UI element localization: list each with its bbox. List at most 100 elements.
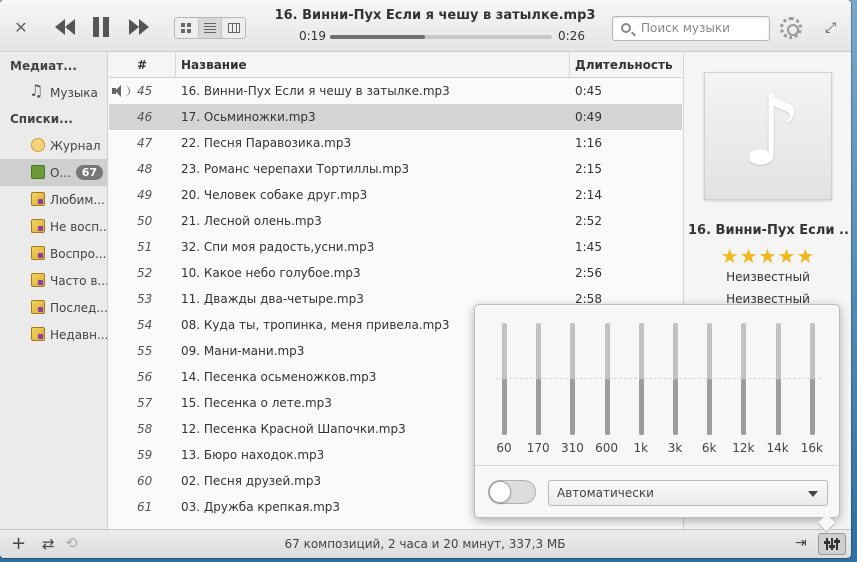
sidebar-item-playlist[interactable]: Часто в... bbox=[0, 267, 107, 294]
eq-slider-fill bbox=[570, 379, 576, 435]
music-note-icon: ♪ bbox=[741, 75, 803, 187]
table-row[interactable]: 47 22. Песня Паравозика.mp3 1:16 bbox=[109, 130, 682, 156]
smart-playlist-icon bbox=[31, 192, 45, 206]
table-row[interactable]: 48 23. Романс черепахи Тортиллы.mp3 2:15 bbox=[109, 156, 682, 182]
table-row[interactable]: 50 21. Лесной олень.mp3 2:52 bbox=[109, 208, 682, 234]
sidebar-item-music[interactable]: Музыка bbox=[0, 79, 107, 106]
smart-playlist-icon bbox=[31, 219, 45, 233]
previous-icon bbox=[55, 19, 65, 35]
close-icon: ✕ bbox=[14, 17, 28, 37]
header-bar: ✕ 16. Винни-Пух Если я чешу в затылке.mp… bbox=[0, 0, 851, 52]
eq-band-slider[interactable]: 600 bbox=[592, 321, 622, 455]
sidebar-item-playlist[interactable]: О... 67 bbox=[0, 159, 107, 186]
rating-stars[interactable]: ★★★★★ bbox=[684, 244, 851, 268]
smart-playlist-icon bbox=[31, 246, 45, 260]
now-playing-title: 16. Винни-Пух Если я чешу в затылке.mp3 bbox=[274, 8, 596, 23]
eq-slider-fill bbox=[775, 379, 781, 435]
sidebar-item-playlist[interactable]: Послед... bbox=[0, 294, 107, 321]
status-bar: + ⇄ ⟲ 67 композиций, 2 часа и 20 минут, … bbox=[0, 529, 851, 558]
gear-icon[interactable] bbox=[780, 17, 802, 39]
journal-icon bbox=[31, 138, 45, 152]
track-number: 58 bbox=[137, 422, 153, 436]
eq-band-slider[interactable]: 1k bbox=[626, 321, 656, 455]
eq-slider-track bbox=[604, 323, 610, 435]
eq-band-slider[interactable]: 60 bbox=[489, 321, 519, 455]
track-number: 51 bbox=[137, 240, 153, 254]
column-view-icon bbox=[227, 23, 240, 33]
equalizer-toggle[interactable] bbox=[488, 480, 536, 504]
close-button[interactable]: ✕ bbox=[10, 16, 32, 38]
eq-slider-fill bbox=[638, 379, 644, 435]
playlists-heading: Списки... bbox=[10, 112, 73, 126]
sidebar-item-label: Послед... bbox=[50, 300, 107, 315]
track-number: 48 bbox=[137, 162, 153, 176]
eq-slider-track bbox=[536, 323, 542, 435]
smart-playlist-icon bbox=[31, 327, 45, 341]
eq-band-slider[interactable]: 3k bbox=[660, 321, 690, 455]
track-title: 23. Романс черепахи Тортиллы.mp3 bbox=[181, 162, 410, 176]
seek-bar[interactable] bbox=[330, 35, 552, 39]
grid-view-button[interactable] bbox=[175, 18, 199, 38]
sidebar-item-label: Музыка bbox=[50, 85, 98, 100]
track-duration: 2:15 bbox=[575, 162, 602, 176]
sidebar-item-label: Недавн... bbox=[50, 327, 107, 342]
eq-band-slider[interactable]: 310 bbox=[557, 321, 587, 455]
sidebar: Медиат... Музыка Списки... Журнал О... 67 Л… bbox=[0, 53, 108, 529]
track-duration: 0:45 bbox=[575, 84, 602, 98]
track-number: 59 bbox=[137, 448, 153, 462]
search-placeholder: Поиск музыки bbox=[641, 21, 730, 35]
table-row[interactable]: 52 10. Какое небо голубое.mp3 2:56 bbox=[109, 260, 682, 286]
track-duration: 0:49 bbox=[575, 110, 602, 124]
eq-slider-fill bbox=[809, 379, 815, 435]
column-view-button[interactable] bbox=[222, 18, 245, 38]
sidebar-item-playlist[interactable]: Любим... bbox=[0, 186, 107, 213]
previous-button[interactable] bbox=[48, 14, 82, 40]
sidebar-item-playlist[interactable]: Недавн... bbox=[0, 321, 107, 348]
table-row[interactable]: 46 17. Осьминожки.mp3 0:49 bbox=[109, 104, 682, 130]
eq-slider-track bbox=[741, 323, 747, 435]
track-title: 17. Осьминожки.mp3 bbox=[181, 110, 316, 124]
next-button[interactable] bbox=[122, 14, 156, 40]
equalizer-button[interactable] bbox=[818, 533, 846, 555]
table-row[interactable]: 49 20. Человек собаке друг.mp3 2:14 bbox=[109, 182, 682, 208]
shuffle-icon[interactable]: ⇄ bbox=[42, 535, 55, 553]
toggle-knob bbox=[489, 481, 511, 503]
column-header-number[interactable]: # bbox=[137, 58, 147, 72]
total-time: 0:26 bbox=[558, 29, 585, 43]
list-view-button[interactable] bbox=[198, 18, 223, 38]
sidebar-item-label: Воспро... bbox=[50, 246, 107, 261]
preset-value: Автоматически bbox=[557, 486, 654, 500]
sidebar-item-label: Журнал bbox=[50, 138, 101, 153]
export-icon[interactable]: ⇥ bbox=[795, 535, 807, 551]
repeat-icon[interactable]: ⟲ bbox=[65, 534, 78, 552]
track-title: 14. Песенка осьменожков.mp3 bbox=[181, 370, 377, 384]
music-note-icon bbox=[29, 81, 45, 100]
column-header-duration[interactable]: Длительность bbox=[575, 58, 673, 72]
track-title: 13. Бюро находок.mp3 bbox=[181, 448, 325, 462]
eq-band-slider[interactable]: 14k bbox=[763, 321, 793, 455]
sidebar-item-playlist[interactable]: Воспро... bbox=[0, 240, 107, 267]
fullscreen-icon[interactable]: ⤢ bbox=[825, 20, 836, 36]
table-row[interactable]: 51 32. Спи моя радость,усни.mp3 1:45 bbox=[109, 234, 682, 260]
eq-band-slider[interactable]: 170 bbox=[523, 321, 553, 455]
track-title: 12. Песенка Красной Шапочки.mp3 bbox=[181, 422, 406, 436]
eq-band-slider[interactable]: 16k bbox=[797, 321, 827, 455]
eq-band-slider[interactable]: 12k bbox=[728, 321, 758, 455]
eq-slider-track bbox=[809, 323, 815, 435]
sidebar-item-playlist[interactable]: Не восп... bbox=[0, 213, 107, 240]
sidebar-item-label: Часто в... bbox=[50, 273, 107, 288]
add-playlist-button[interactable]: + bbox=[11, 533, 26, 554]
track-duration: 2:14 bbox=[575, 188, 602, 202]
search-input[interactable]: Поиск музыки bbox=[612, 16, 770, 41]
track-number: 57 bbox=[137, 396, 153, 410]
preset-dropdown[interactable]: Автоматически bbox=[548, 480, 828, 506]
track-title: 32. Спи моя радость,усни.mp3 bbox=[181, 240, 375, 254]
table-row[interactable]: 45 16. Винни-Пух Если я чешу в затылке.mp… bbox=[109, 78, 682, 104]
eq-band-slider[interactable]: 6k bbox=[694, 321, 724, 455]
sidebar-item-playlist[interactable]: Журнал bbox=[0, 132, 107, 159]
eq-slider-fill bbox=[604, 379, 610, 435]
column-header-title[interactable]: Название bbox=[181, 58, 247, 72]
track-title: 08. Куда ты, тропинка, меня привела.mp3 bbox=[181, 318, 450, 332]
play-pause-button[interactable] bbox=[86, 14, 116, 40]
chevron-down-icon bbox=[808, 491, 818, 497]
